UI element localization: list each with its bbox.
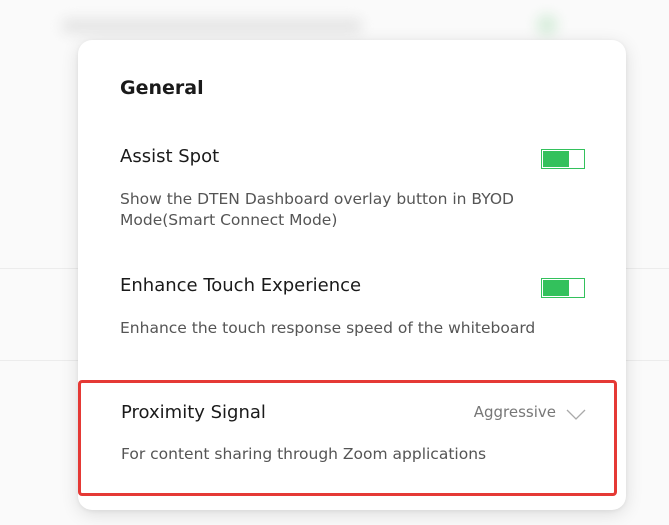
enhance-touch-toggle[interactable] bbox=[541, 278, 585, 298]
proximity-signal-value: Aggressive bbox=[473, 403, 556, 421]
proximity-signal-description: For content sharing through Zoom applica… bbox=[121, 445, 487, 463]
assist-spot-title: Assist Spot bbox=[120, 146, 220, 167]
toggle-fill bbox=[543, 280, 569, 296]
assist-spot-description: Show the DTEN Dashboard overlay button i… bbox=[120, 190, 514, 229]
toggle-fill bbox=[543, 151, 569, 167]
assist-spot-toggle[interactable] bbox=[541, 149, 585, 169]
enhance-touch-description: Enhance the touch response speed of the … bbox=[120, 319, 536, 337]
proximity-signal-title: Proximity Signal bbox=[121, 402, 266, 423]
highlight-box bbox=[78, 380, 617, 496]
background-content bbox=[62, 18, 362, 34]
settings-panel: General Assist Spot Show the DTEN Dashbo… bbox=[78, 40, 626, 510]
enhance-touch-title: Enhance Touch Experience bbox=[120, 275, 362, 296]
proximity-signal-dropdown[interactable]: Aggressive bbox=[474, 403, 586, 421]
chevron-down-icon bbox=[566, 406, 586, 420]
section-title: General bbox=[120, 77, 204, 99]
background-content bbox=[536, 14, 558, 36]
